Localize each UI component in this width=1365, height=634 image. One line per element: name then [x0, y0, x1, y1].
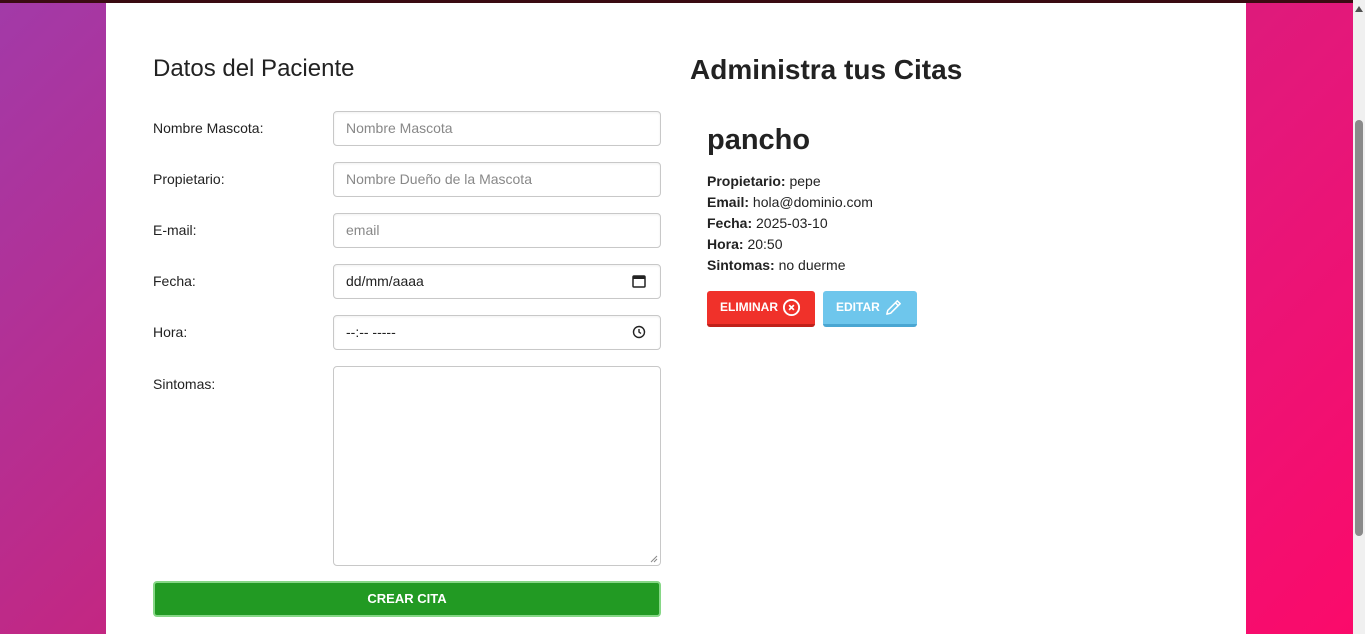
scroll-up-arrow-icon[interactable]: [1355, 6, 1363, 12]
create-appointment-button[interactable]: CREAR CITA: [153, 581, 661, 617]
pet-name-input[interactable]: Nombre Mascota: [333, 111, 661, 146]
delete-button[interactable]: ELIMINAR: [707, 291, 815, 327]
scrollbar-thumb[interactable]: [1355, 120, 1363, 536]
main-container: Datos del Paciente Nombre Mascota: Nombr…: [106, 3, 1246, 634]
owner-line: Propietario: pepe: [707, 173, 821, 189]
appointment-card: pancho Propietario: pepe Email: hola@dom…: [707, 123, 1187, 327]
edit-button[interactable]: EDITAR: [823, 291, 917, 327]
symptoms-line: Sintomas: no duerme: [707, 257, 846, 273]
pet-name: pancho: [707, 124, 811, 156]
form-title: Datos del Paciente: [153, 55, 355, 82]
owner-label: Propietario:: [153, 171, 225, 187]
pencil-icon: [886, 300, 901, 315]
email-line: Email: hola@dominio.com: [707, 194, 873, 210]
symptoms-label: Sintomas:: [153, 376, 216, 392]
resize-grip-icon[interactable]: [650, 555, 658, 563]
time-line: Hora: 20:50: [707, 236, 783, 252]
page-scrollbar[interactable]: [1353, 0, 1365, 634]
date-label: Fecha:: [153, 273, 196, 289]
symptoms-textarea[interactable]: [333, 366, 661, 566]
calendar-icon[interactable]: [632, 274, 646, 288]
date-line: Fecha: 2025-03-10: [707, 215, 828, 231]
x-circle-icon: [782, 298, 801, 317]
time-input[interactable]: --:-- -----: [333, 315, 661, 350]
owner-input[interactable]: Nombre Dueño de la Mascota: [333, 162, 661, 197]
clock-icon[interactable]: [632, 325, 646, 339]
time-label: Hora:: [153, 324, 188, 340]
email-label: E-mail:: [153, 222, 197, 238]
email-input[interactable]: email: [333, 213, 661, 248]
date-input[interactable]: dd/mm/aaaa: [333, 264, 661, 299]
pet-name-label: Nombre Mascota:: [153, 120, 264, 136]
appointments-title: Administra tus Citas: [690, 54, 963, 85]
